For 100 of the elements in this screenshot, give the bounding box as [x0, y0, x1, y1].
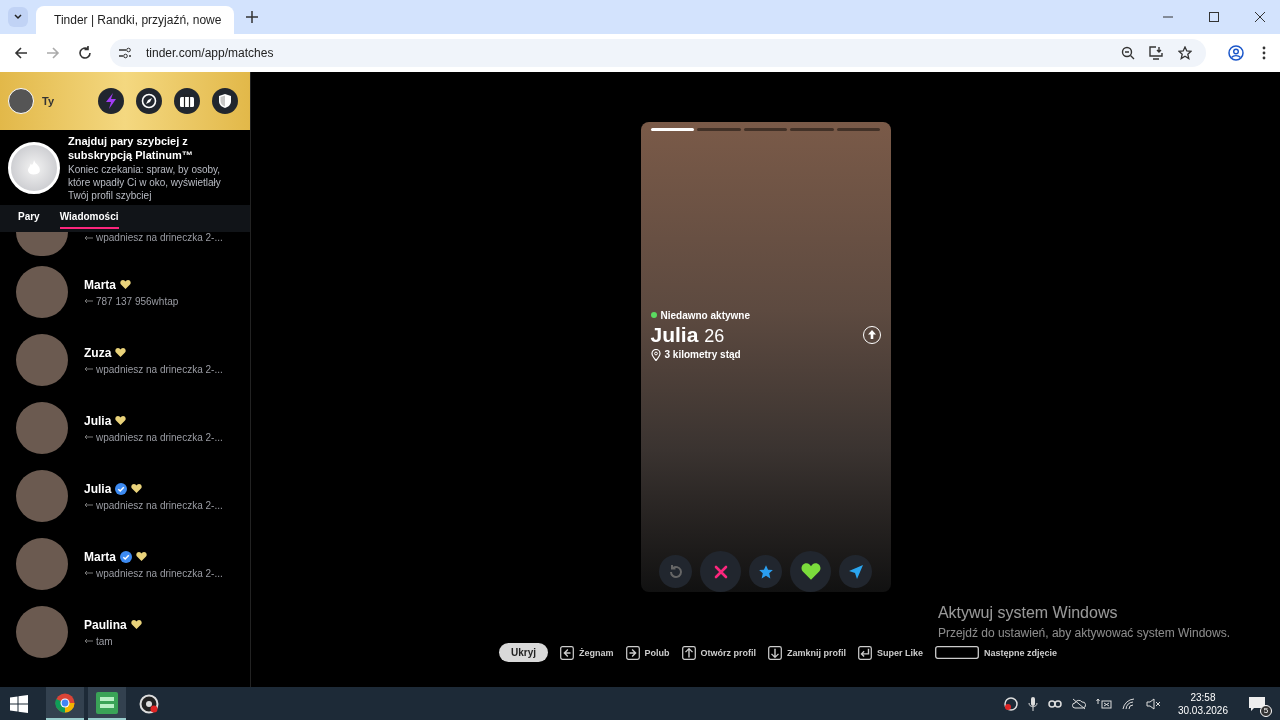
distance-label: 3 kilometry stąd — [664, 349, 741, 360]
star-icon — [757, 563, 774, 580]
star-icon[interactable] — [1178, 46, 1192, 60]
message-preview: wpadniesz na drineczka 2-... — [96, 363, 223, 375]
promo-text: Koniec czekania: spraw, by osoby, które wpadły Ci w oko, wyświetlały Twój profil szybciej — [68, 162, 222, 202]
speaker-muted-icon[interactable] — [1145, 697, 1162, 710]
shortcut-label: Zamknij profil — [787, 647, 847, 658]
arrow-key-icon — [625, 645, 640, 660]
match-name: Marta — [84, 277, 116, 292]
link-icon[interactable] — [1047, 699, 1062, 708]
shortcut-label: Otwórz profil — [700, 647, 757, 658]
match-name: Marta — [84, 549, 116, 564]
conversation-item[interactable]: Marta 787 137 956whtap — [0, 266, 250, 318]
tab-search-button[interactable] — [8, 7, 28, 27]
sidebar-tab[interactable]: Pary — [18, 211, 40, 227]
browser-tab[interactable]: Tinder | Randki, przyjaźń, nowe — [36, 6, 234, 34]
profile-icon[interactable] — [1228, 45, 1244, 61]
message-preview: 787 137 956whtap — [96, 295, 179, 307]
briefcase-button[interactable] — [174, 88, 200, 114]
heart-icon — [800, 563, 821, 580]
super-like-button[interactable] — [749, 555, 782, 588]
hide-button[interactable]: Ukryj — [499, 643, 548, 662]
cloud-off-icon[interactable] — [1071, 697, 1086, 710]
sidebar-tab[interactable]: Wiadomości — [59, 211, 119, 229]
match-name: Julia — [84, 481, 112, 496]
activation-text: Przejdź do ustawień, aby aktywować system Windows. — [937, 626, 1230, 640]
profile-avatar[interactable] — [8, 88, 34, 114]
arrow-key-icon — [681, 645, 696, 660]
activation-title: Aktywuj system Windows — [937, 604, 1119, 622]
address-field[interactable]: tinder.com/app/matches — [110, 39, 1206, 67]
notifications-button[interactable]: 5 — [1244, 690, 1270, 717]
match-name: Julia — [84, 413, 112, 428]
new-tab-icon[interactable] — [246, 11, 258, 23]
conversation-item[interactable]: wpadniesz na drineczka 2-... — [0, 232, 250, 256]
reply-icon — [84, 570, 93, 576]
reply-icon — [84, 638, 93, 644]
lightning-icon — [105, 93, 117, 109]
reload-icon[interactable] — [78, 46, 92, 60]
cross-icon — [713, 564, 728, 579]
message-preview: wpadniesz na drineczka 2-... — [96, 232, 223, 243]
avatar-photo-placeholder — [16, 470, 68, 522]
heart-icon — [131, 484, 143, 493]
heart-icon — [136, 552, 147, 561]
flame-icon — [27, 159, 41, 176]
shortcut-label: Polub — [644, 647, 670, 658]
clock-time[interactable]: 23:58 — [1190, 691, 1216, 703]
match-name: Zuza — [84, 345, 112, 360]
zoom-out-icon[interactable] — [1121, 46, 1135, 60]
conversation-item[interactable]: Julia wpadniesz na drineczka 2-... — [0, 402, 250, 454]
network-icon[interactable] — [1095, 697, 1112, 710]
message-preview: wpadniesz na drineczka 2-... — [96, 567, 223, 579]
menu-icon[interactable] — [1262, 46, 1266, 60]
shield-icon — [218, 93, 232, 109]
status-dot — [650, 312, 657, 318]
explore-button[interactable] — [136, 88, 162, 114]
paper-plane-icon — [847, 563, 864, 580]
windows-start-icon[interactable] — [10, 694, 28, 713]
rewind-button[interactable] — [659, 555, 692, 588]
briefcase-icon — [179, 94, 195, 108]
avatar-photo-placeholder — [16, 232, 68, 256]
arrow-key-icon — [768, 645, 783, 660]
like-button[interactable] — [790, 551, 831, 592]
arrow-key-icon — [560, 645, 574, 660]
chrome-taskbar-icon[interactable] — [46, 687, 84, 720]
shortcut-label: Następne zdjęcie — [984, 647, 1058, 658]
profile-age: 26 — [704, 325, 725, 347]
maximize-icon[interactable] — [1208, 11, 1220, 23]
site-settings-icon[interactable] — [118, 47, 132, 59]
conversation-item[interactable]: Zuza wpadniesz na drineczka 2-... — [0, 334, 250, 386]
nope-button[interactable] — [700, 551, 741, 592]
promo-title[interactable]: Znajduj pary szybciej z subskrypcją Platinum™ — [68, 133, 242, 162]
profile-card[interactable]: Niedawno aktywne Julia 26 3 kilometry stąd — [640, 122, 891, 592]
install-icon[interactable] — [1149, 46, 1164, 60]
chevron-down-icon — [13, 12, 23, 22]
heart-icon — [115, 348, 127, 357]
match-name: Paulina — [84, 617, 127, 632]
wifi-icon[interactable] — [1121, 697, 1136, 710]
shortcut-label: Super Like — [877, 647, 924, 658]
shortcut-label: Żegnam — [579, 647, 614, 658]
user-label[interactable]: Ty — [42, 95, 55, 107]
conversation-item[interactable]: Julia wpadniesz na drineczka 2-... — [0, 470, 250, 522]
close-icon[interactable] — [1254, 11, 1266, 23]
avatar-photo-placeholder — [16, 402, 68, 454]
clock-date[interactable]: 30.03.2026 — [1177, 704, 1228, 716]
recorder-tray-icon[interactable] — [1003, 696, 1018, 711]
boost-button[interactable] — [98, 88, 124, 114]
app-taskbar-icon[interactable] — [88, 687, 126, 720]
microphone-icon[interactable] — [1027, 696, 1038, 711]
conversation-item[interactable]: Marta wpadniesz na drineczka 2-... — [0, 538, 250, 590]
conversation-item[interactable]: Paulina tam — [0, 606, 250, 658]
heart-icon — [115, 416, 127, 425]
shield-button[interactable] — [212, 88, 238, 114]
rewind-icon — [667, 563, 684, 580]
send-button[interactable] — [839, 555, 872, 588]
reply-icon — [84, 298, 93, 304]
back-icon[interactable] — [14, 46, 28, 60]
profile-name: Julia — [650, 322, 699, 347]
avatar-photo-placeholder — [16, 334, 68, 386]
compass-icon — [141, 93, 157, 109]
speech-bubble-icon — [1248, 695, 1266, 712]
